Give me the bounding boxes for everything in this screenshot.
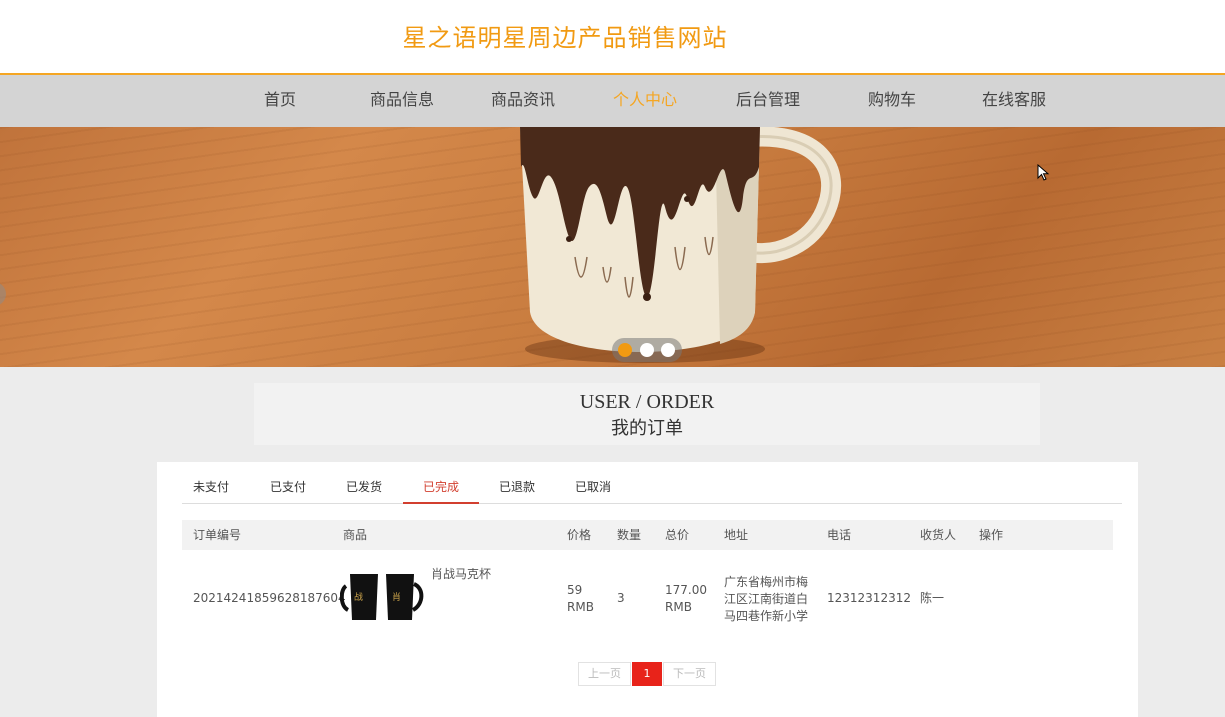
carousel-dot-1[interactable]	[618, 343, 632, 357]
th-receiver: 收货人	[920, 528, 957, 542]
carousel-dot-3[interactable]	[661, 343, 675, 357]
site-title: 星之语明星周边产品销售网站	[402, 24, 728, 52]
product-price: 59 RMB	[567, 583, 594, 614]
section-title-en: USER / ORDER	[579, 391, 715, 413]
nav-item-cart[interactable]: 购物车	[865, 75, 919, 127]
tab-paid[interactable]: 已支付	[265, 474, 311, 504]
tab-unpaid[interactable]: 未支付	[188, 474, 234, 504]
table-header	[182, 520, 1113, 550]
th-phone: 电话	[827, 528, 852, 542]
banner-carousel[interactable]	[0, 127, 1225, 367]
mug-image	[520, 127, 842, 363]
receiver-phone: 12312312312	[827, 591, 911, 605]
prev-page-button[interactable]: 上一页	[578, 662, 631, 686]
nav-item-news[interactable]: 商品资讯	[488, 75, 558, 127]
svg-text:战: 战	[354, 592, 363, 603]
th-product: 商品	[343, 528, 368, 542]
shipping-address: 广东省梅州市梅江区江南街道白马四巷作新小学	[724, 575, 809, 623]
product-quantity: 3	[617, 591, 625, 605]
site-header: 星之语明星周边产品销售网站	[0, 0, 1225, 75]
page-1-button[interactable]: 1	[632, 662, 662, 686]
nav-item-products[interactable]: 商品信息	[367, 75, 437, 127]
next-page-button[interactable]: 下一页	[663, 662, 716, 686]
section-title-cn: 我的订单	[611, 418, 683, 439]
tab-cancelled[interactable]: 已取消	[570, 474, 616, 504]
th-price: 价格	[567, 528, 592, 542]
receiver-name: 陈一	[920, 591, 945, 605]
section-title-box: USER / ORDER 我的订单	[254, 383, 1040, 445]
nav-item-admin[interactable]: 后台管理	[733, 75, 803, 127]
nav-item-customer-service[interactable]: 在线客服	[979, 75, 1049, 127]
nav-item-home[interactable]: 首页	[258, 75, 302, 127]
mouse-cursor-icon	[1037, 164, 1050, 181]
tab-refunded[interactable]: 已退款	[494, 474, 540, 504]
product-image[interactable]: 战 肖	[340, 572, 425, 624]
main-nav: 首页 商品信息 商品资讯 个人中心 后台管理 购物车 在线客服	[0, 75, 1225, 127]
th-actions: 操作	[979, 528, 1004, 542]
carousel-dot-2[interactable]	[640, 343, 654, 357]
order-total: 177.00 RMB	[665, 583, 707, 614]
th-order-no: 订单编号	[193, 528, 242, 542]
tab-shipped[interactable]: 已发货	[341, 474, 387, 504]
svg-text:肖: 肖	[392, 591, 401, 603]
tab-completed[interactable]: 已完成	[403, 474, 479, 504]
th-total: 总价	[665, 528, 690, 542]
nav-item-user-center[interactable]: 个人中心	[610, 75, 680, 127]
th-address: 地址	[724, 528, 749, 542]
product-name[interactable]: 肖战马克杯	[431, 566, 491, 583]
order-status-tabs	[182, 474, 1122, 504]
th-quantity: 数量	[617, 528, 642, 542]
order-number: 20214241859628187604	[193, 591, 346, 605]
